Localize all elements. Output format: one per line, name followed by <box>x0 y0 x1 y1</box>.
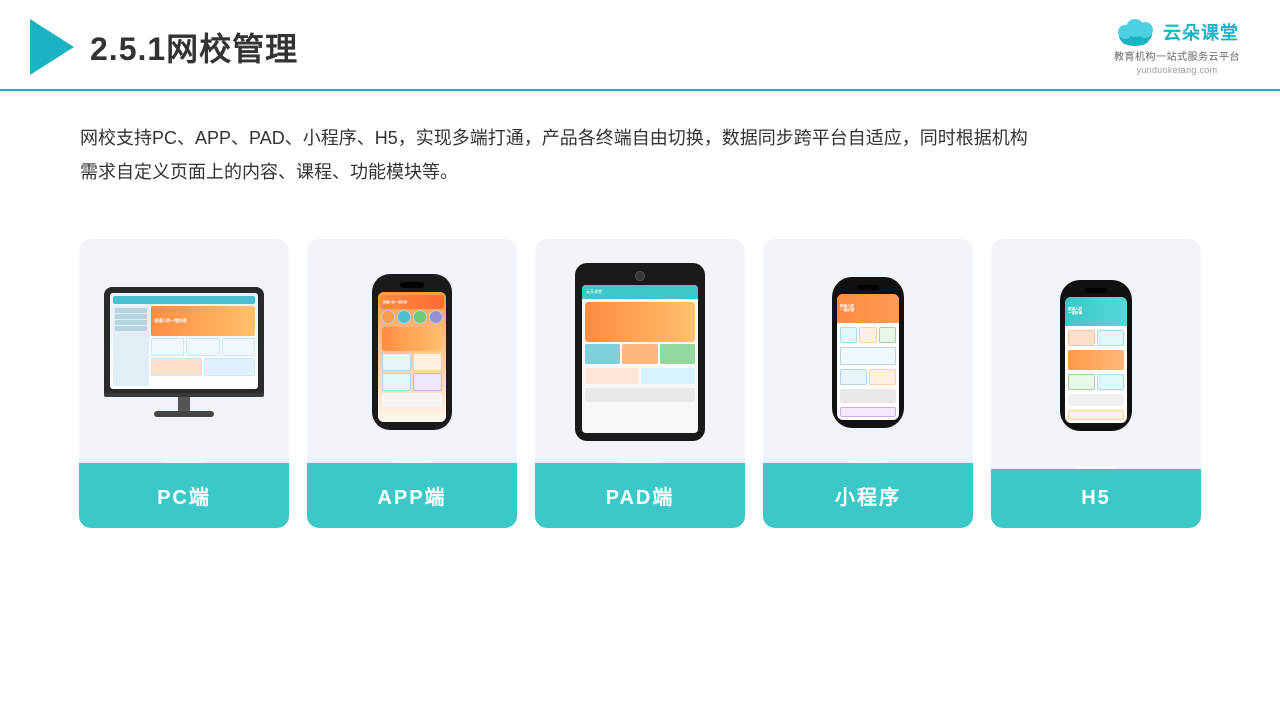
description-text: 网校支持PC、APP、PAD、小程序、H5，实现多端打通，产品各终端自由切换，数… <box>0 91 1280 199</box>
card-pad: 云朵课堂 <box>535 239 745 528</box>
mini-phone-1: 职通人的一堂好课 <box>832 277 904 428</box>
card-h5-image: 职通人的一堂好课 <box>991 239 1201 467</box>
logo-text: 云朵课堂 <box>1163 19 1239 45</box>
page-header: 2.5.1网校管理 云朵课堂 教育机构一站式服务云平台 yunduoketang… <box>0 0 1280 91</box>
description-paragraph: 网校支持PC、APP、PAD、小程序、H5，实现多端打通，产品各终端自由切换，数… <box>80 121 1200 155</box>
logo-tagline: 教育机构一站式服务云平台 <box>1114 48 1240 63</box>
card-pad-label-container: PAD端 <box>535 461 745 528</box>
card-miniprogram: 职通人的一堂好课 <box>763 239 973 528</box>
card-miniprogram-image: 职通人的一堂好课 <box>763 239 973 461</box>
card-h5-label: H5 <box>991 469 1201 528</box>
logo-domain: yunduoketang.com <box>1137 65 1218 75</box>
card-app-image: 职通人的一堂好课 <box>307 239 517 461</box>
card-pc-label: PC端 <box>79 463 289 528</box>
cloud-icon <box>1115 18 1157 46</box>
play-icon <box>30 19 74 75</box>
tablet: 云朵课堂 <box>575 263 705 441</box>
cards-container: 职通人的一堂好课 <box>0 209 1280 558</box>
card-app-label: APP端 <box>307 463 517 528</box>
monitor-screen: 职通人的一堂好课 <box>110 293 258 389</box>
card-pad-image: 云朵课堂 <box>535 239 745 461</box>
mini-phone-notch-2 <box>1085 288 1107 293</box>
mini-phone-2: 职通人的一堂好课 <box>1060 280 1132 431</box>
phone-notch <box>400 282 424 288</box>
header-left: 2.5.1网校管理 <box>30 19 298 75</box>
card-pc: 职通人的一堂好课 <box>79 239 289 528</box>
page-title: 2.5.1网校管理 <box>90 24 298 70</box>
card-miniprogram-label: 小程序 <box>763 463 973 528</box>
tablet-home <box>635 271 645 281</box>
card-h5-label-container: H5 <box>991 467 1201 528</box>
description-paragraph-2: 需求自定义页面上的内容、课程、功能模块等。 <box>80 155 1200 189</box>
mini-phone-notch-1 <box>857 285 879 290</box>
tablet-screen: 云朵课堂 <box>582 285 698 433</box>
card-pc-image: 职通人的一堂好课 <box>79 239 289 461</box>
logo-area: 云朵课堂 教育机构一站式服务云平台 yunduoketang.com <box>1114 18 1240 75</box>
mini-phone-screen-2: 职通人的一堂好课 <box>1065 297 1127 423</box>
card-app: 职通人的一堂好课 <box>307 239 517 528</box>
pc-monitor: 职通人的一堂好课 <box>104 287 264 417</box>
mini-phone-screen-1: 职通人的一堂好课 <box>837 294 899 420</box>
phone-screen: 职通人的一堂好课 <box>378 292 446 422</box>
monitor-frame: 职通人的一堂好课 <box>104 287 264 393</box>
card-miniprogram-label-container: 小程序 <box>763 461 973 528</box>
card-pc-label-container: PC端 <box>79 461 289 528</box>
app-phone: 职通人的一堂好课 <box>372 274 452 430</box>
logo-cloud: 云朵课堂 <box>1115 18 1239 46</box>
card-app-label-container: APP端 <box>307 461 517 528</box>
card-h5: 职通人的一堂好课 <box>991 239 1201 528</box>
card-pad-label: PAD端 <box>535 463 745 528</box>
